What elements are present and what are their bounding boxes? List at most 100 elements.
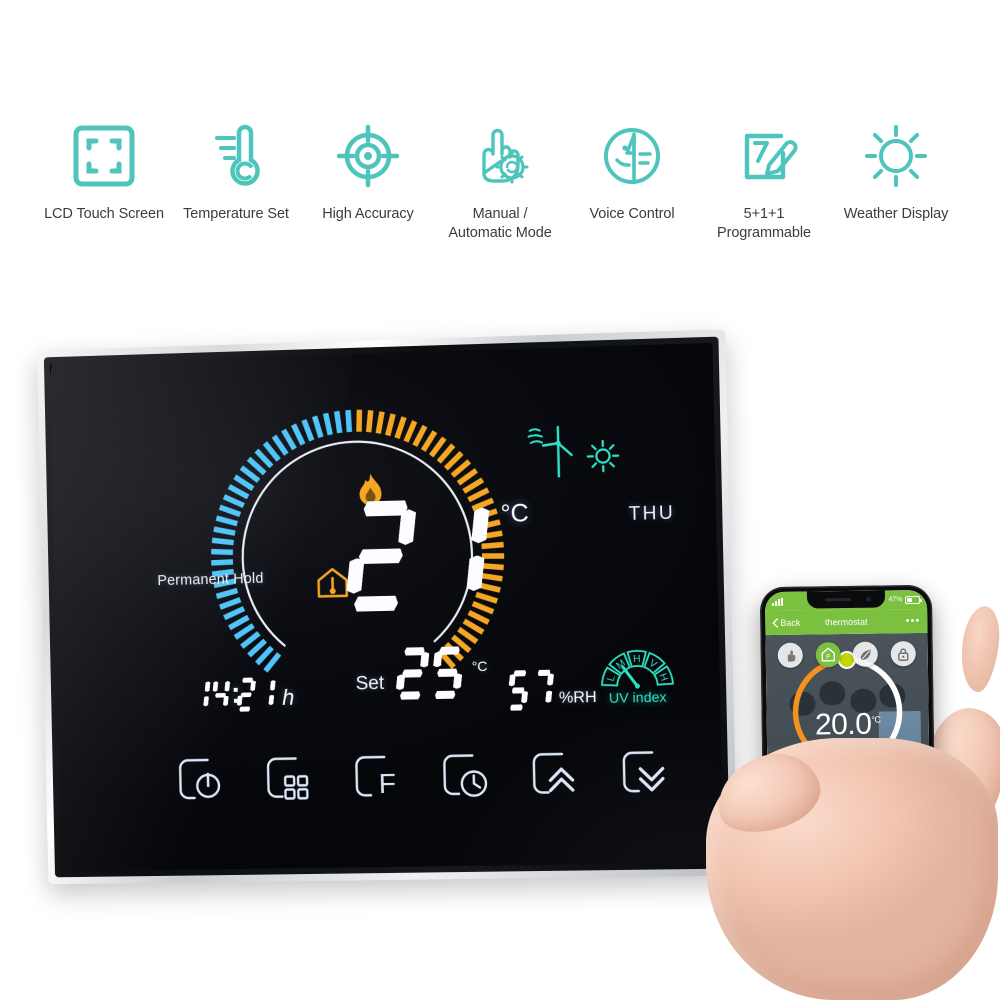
thermostat-device: Permanent Hold THU °C Set °C h %RH L M H… bbox=[36, 329, 738, 885]
dial-tick bbox=[284, 430, 295, 449]
app-title: thermostat bbox=[824, 616, 868, 628]
dial-tick bbox=[464, 621, 483, 633]
home-program-icon: P bbox=[821, 647, 835, 662]
dial-tick bbox=[366, 410, 374, 433]
dial-tick bbox=[212, 540, 234, 543]
phone-notch bbox=[806, 590, 886, 609]
temperature-up-button[interactable] bbox=[528, 748, 586, 805]
timer-button[interactable] bbox=[438, 749, 495, 806]
overflow-menu-button[interactable]: ••• bbox=[906, 615, 921, 627]
thermostat-lcd-screen[interactable]: Permanent Hold THU °C Set °C h %RH L M H… bbox=[49, 342, 724, 872]
chevron-left-icon bbox=[772, 618, 779, 628]
signal-icon bbox=[772, 597, 784, 606]
dial-tick bbox=[220, 600, 241, 608]
dial-tick bbox=[235, 625, 254, 637]
mode-lock-button[interactable] bbox=[890, 641, 916, 667]
back-button[interactable]: Back bbox=[772, 618, 800, 628]
hand-icon bbox=[787, 650, 796, 662]
mode-manual-button[interactable] bbox=[777, 642, 804, 668]
uv-needle bbox=[623, 667, 638, 687]
thermometer-icon bbox=[201, 118, 271, 194]
dial-tick bbox=[211, 551, 233, 553]
temperature-down-button[interactable] bbox=[617, 746, 675, 803]
feature-label: Weather Display bbox=[843, 206, 949, 222]
battery-icon bbox=[904, 595, 921, 604]
uv-index-label: UV index bbox=[608, 688, 667, 706]
touch-button-row: F bbox=[174, 746, 676, 810]
feature-label: 5+1+1 Programmable bbox=[717, 206, 811, 242]
sun-icon bbox=[861, 118, 931, 194]
dial-tick bbox=[241, 467, 258, 481]
feature-label: High Accuracy bbox=[322, 206, 414, 222]
feature-temperature-set: Temperature Set bbox=[170, 118, 302, 243]
voice-icon bbox=[597, 118, 667, 194]
thermostat-bezel: Permanent Hold THU °C Set °C h %RH L M H… bbox=[36, 329, 738, 885]
feature-lcd-touch-screen: LCD Touch Screen bbox=[38, 118, 170, 243]
dial-tick bbox=[356, 410, 363, 433]
dial-tick bbox=[403, 419, 417, 443]
humidity-display: %RH bbox=[508, 669, 597, 711]
dial-tick bbox=[235, 476, 253, 489]
dial-tick bbox=[229, 617, 248, 628]
feature-weather-display: Weather Display bbox=[830, 118, 962, 243]
dial-tick bbox=[224, 496, 244, 506]
feature-label: LCD Touch Screen bbox=[44, 206, 164, 222]
finger bbox=[956, 604, 1000, 694]
dial-tick bbox=[220, 507, 240, 515]
dial-tick bbox=[323, 413, 334, 437]
day-indicator: THU bbox=[628, 502, 676, 525]
dial-tick bbox=[345, 410, 353, 433]
product-image-canvas: LCD Touch Screen Temperature Set High Ac… bbox=[0, 0, 1000, 1000]
battery-indicator: 47% bbox=[888, 595, 921, 604]
wind-turbine-icon bbox=[527, 422, 581, 485]
set-temperature-unit: °C bbox=[471, 657, 488, 675]
clock-suffix: h bbox=[281, 684, 295, 710]
fahrenheit-button[interactable]: F bbox=[350, 751, 407, 808]
leaf-icon bbox=[860, 649, 871, 660]
svg-text:P: P bbox=[826, 654, 830, 661]
fahrenheit-icon: F bbox=[378, 768, 396, 799]
power-button[interactable] bbox=[174, 754, 230, 811]
hand-gear-icon bbox=[462, 118, 538, 194]
dial-tick bbox=[464, 480, 483, 492]
uv-segment-label: H bbox=[633, 654, 641, 665]
feature-programmable: 5+1+1 Programmable bbox=[698, 118, 830, 243]
mode-program-button[interactable]: P bbox=[815, 642, 841, 668]
lock-icon bbox=[897, 647, 909, 661]
mode-eco-button[interactable] bbox=[852, 641, 879, 667]
current-temperature-display: °C bbox=[349, 497, 531, 611]
dial-tick bbox=[459, 629, 477, 643]
thermostat-inner-frame: Permanent Hold THU °C Set °C h %RH L M H… bbox=[43, 336, 731, 878]
dial-tick bbox=[211, 562, 233, 563]
dial-tick bbox=[241, 633, 259, 646]
set-label: Set bbox=[355, 672, 385, 695]
earpiece-speaker bbox=[824, 597, 852, 602]
feature-high-accuracy: High Accuracy bbox=[302, 118, 434, 243]
battery-percent: 47% bbox=[888, 596, 903, 604]
uv-segment-label: H bbox=[656, 672, 669, 683]
menu-button[interactable] bbox=[262, 752, 319, 809]
dial-tick bbox=[274, 436, 286, 455]
dial-tick bbox=[428, 435, 446, 457]
dial-tick bbox=[469, 612, 489, 623]
set-temperature-display[interactable]: Set °C bbox=[355, 646, 488, 701]
mode-button-row: P bbox=[766, 641, 928, 668]
feature-label: Manual / Automatic Mode bbox=[448, 206, 552, 242]
dial-tick bbox=[411, 424, 427, 447]
dial-tick bbox=[229, 486, 248, 497]
feature-voice-control: Voice Control bbox=[566, 118, 698, 243]
phone-nav-bar: Back thermostat ••• bbox=[765, 608, 928, 636]
dial-tick bbox=[214, 529, 235, 534]
clock-icon bbox=[462, 771, 487, 795]
dial-tick bbox=[394, 416, 407, 439]
uv-segment-label: L bbox=[606, 674, 619, 683]
dial-tick bbox=[458, 470, 476, 483]
dial-tick bbox=[304, 420, 312, 441]
dial-tick bbox=[315, 416, 321, 437]
dial-tick bbox=[334, 411, 343, 435]
lcd-screen-icon bbox=[69, 118, 139, 194]
chevron-up-icon bbox=[550, 769, 573, 790]
dial-tick bbox=[216, 590, 237, 596]
uv-index-gauge: LMHVH UV index bbox=[588, 635, 687, 706]
dial-tick bbox=[385, 413, 396, 436]
